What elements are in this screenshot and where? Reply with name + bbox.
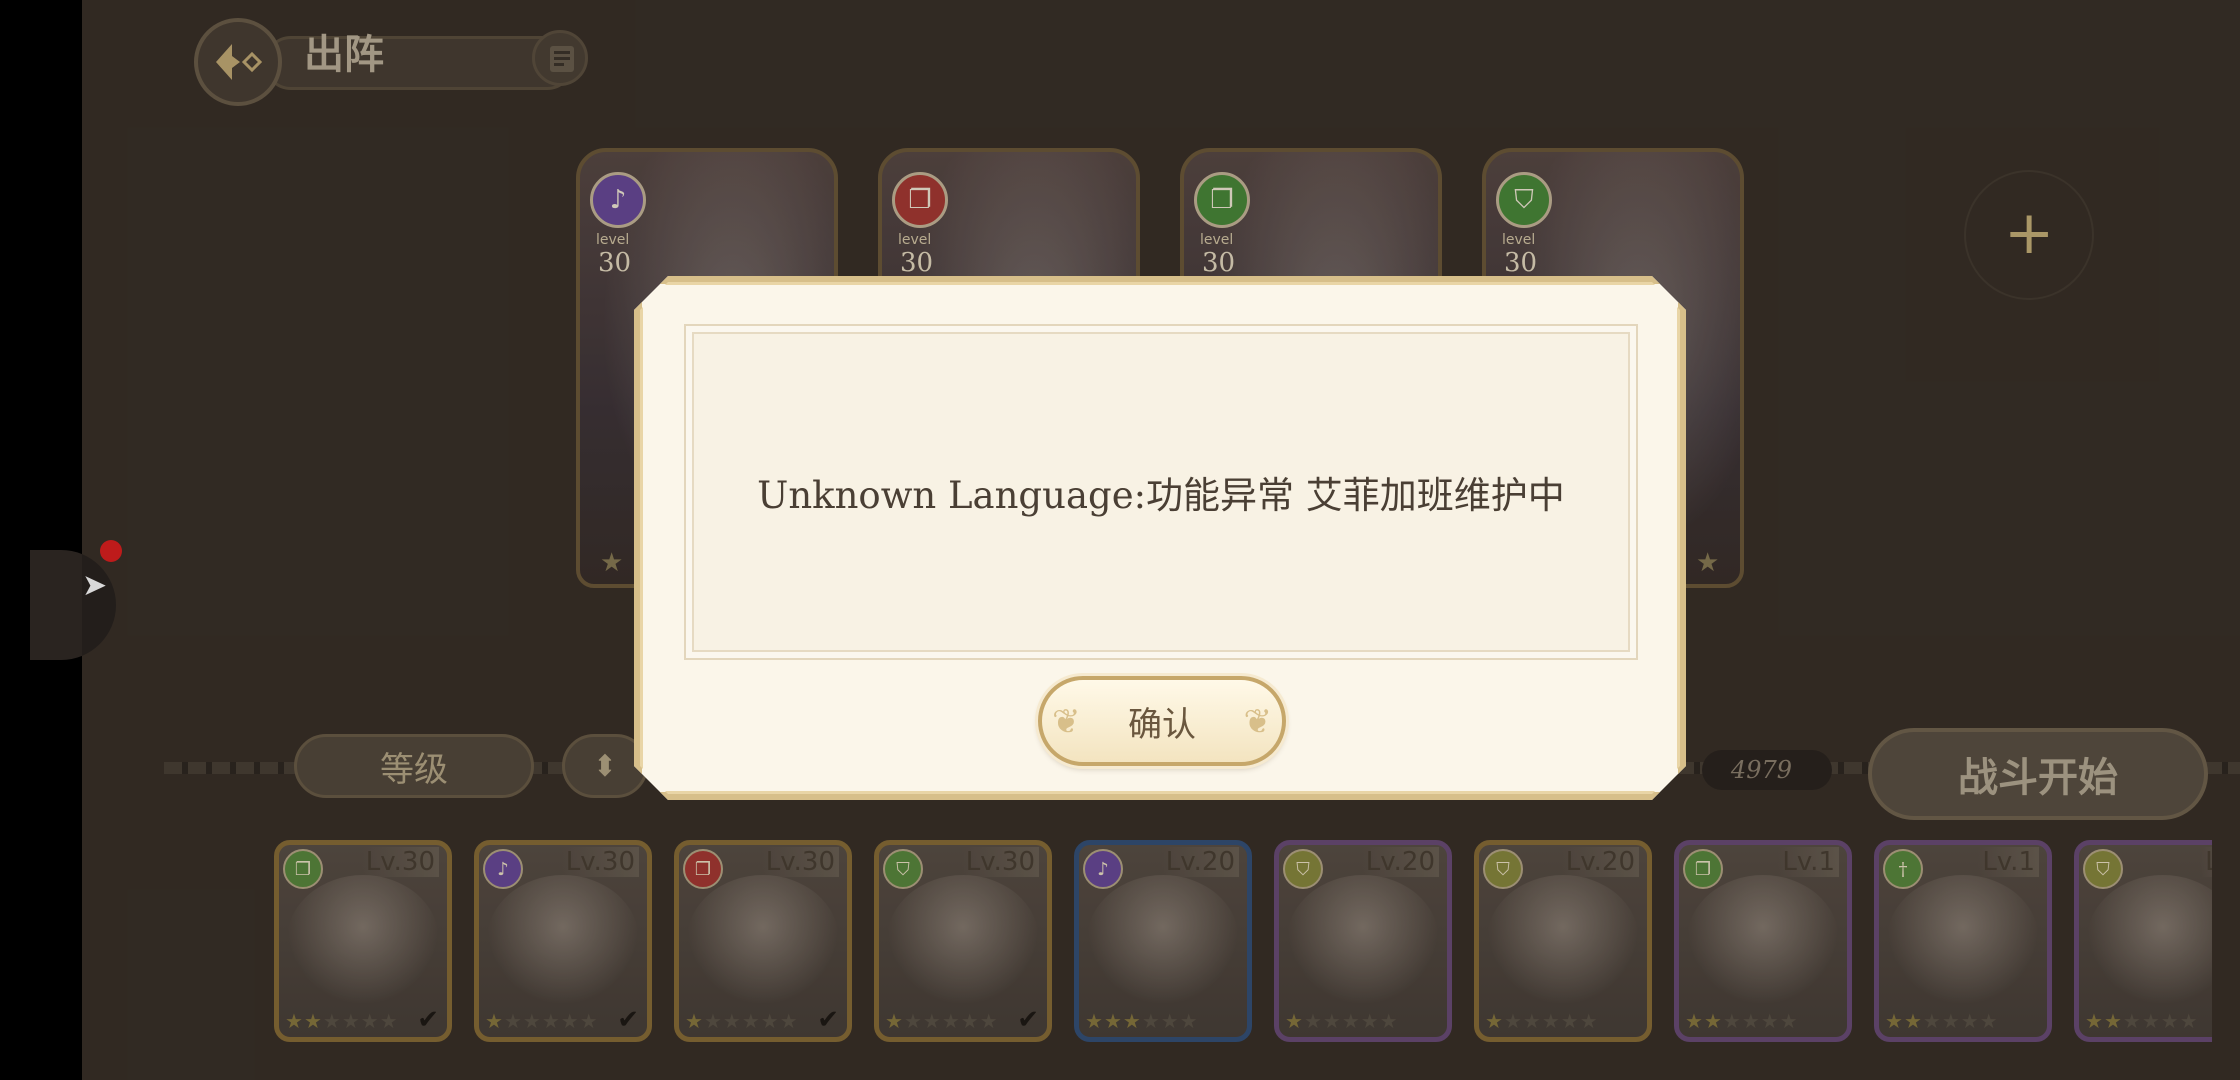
- ornament-right-icon: ❦: [1243, 702, 1273, 742]
- ornament-left-icon: ❦: [1052, 702, 1081, 742]
- confirm-button[interactable]: ❦ 确认 ❦: [1038, 676, 1286, 766]
- left-black-bar: [0, 0, 82, 1080]
- dialog-message: Unknown Language:功能异常 艾菲加班维护中: [757, 474, 1565, 517]
- error-dialog: Unknown Language:功能异常 艾菲加班维护中 ❦ 确认 ❦: [634, 276, 1686, 800]
- confirm-label: 确认: [1128, 704, 1196, 745]
- dialog-body: Unknown Language:功能异常 艾菲加班维护中: [684, 324, 1638, 660]
